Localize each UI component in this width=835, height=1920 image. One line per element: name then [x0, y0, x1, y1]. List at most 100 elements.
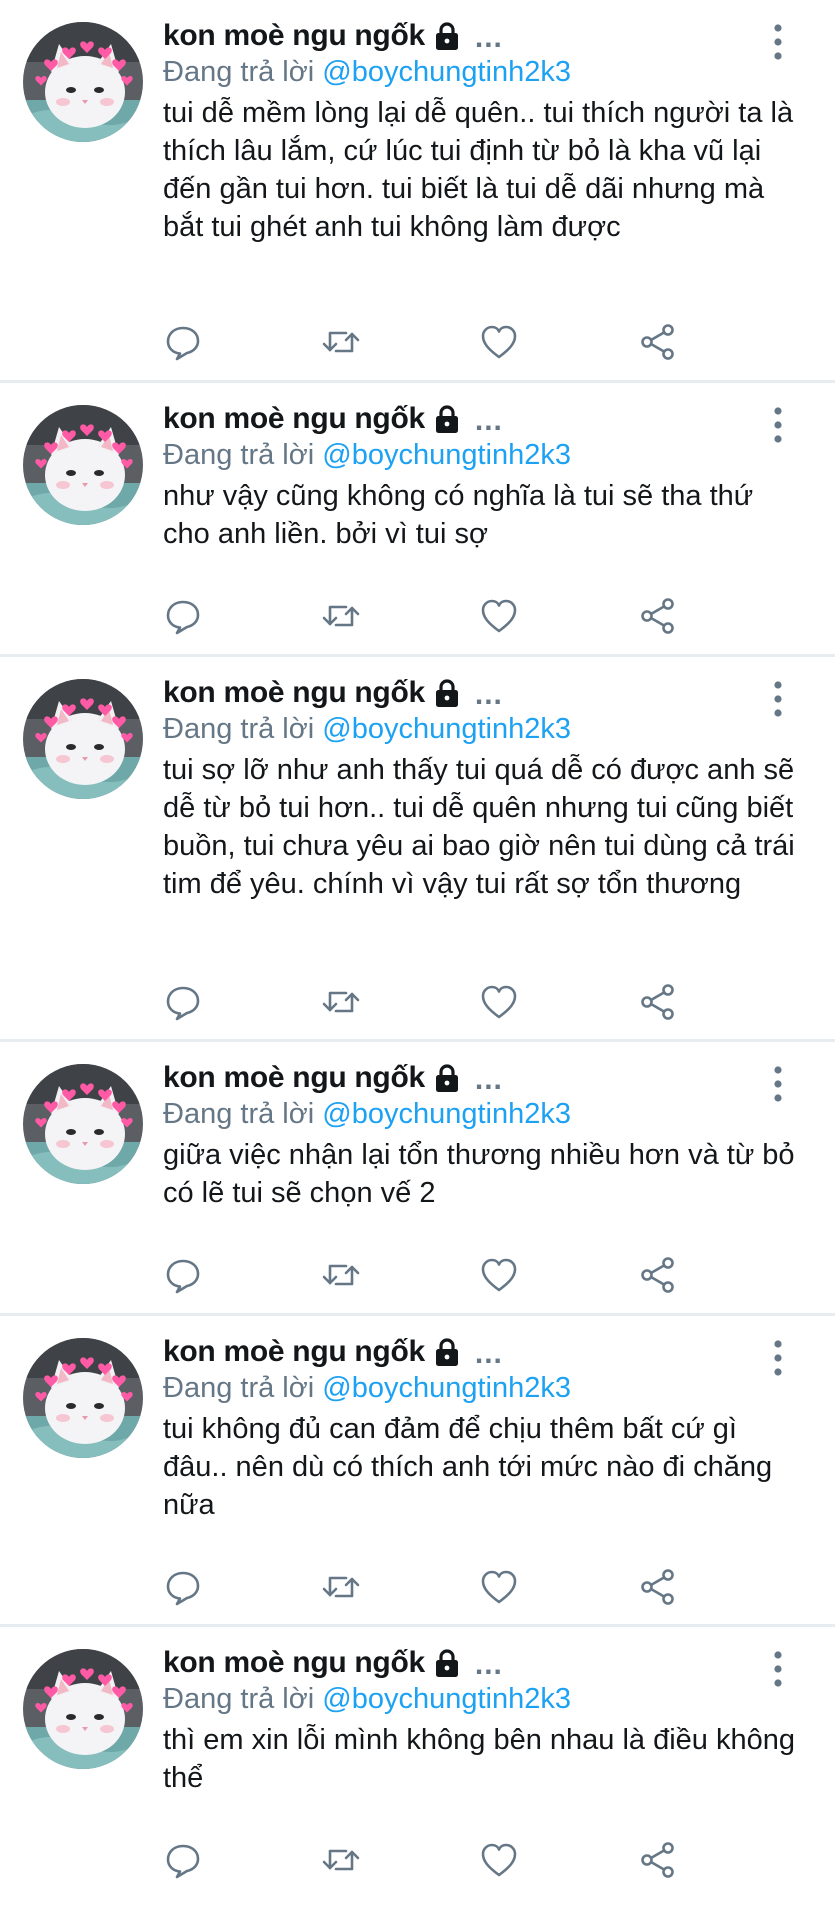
- lock-icon: [433, 1648, 461, 1678]
- tweet-actions: [163, 322, 683, 362]
- display-name[interactable]: kon moè ngu ngốk: [163, 1646, 425, 1680]
- lock-icon: [433, 404, 461, 434]
- tweet-item[interactable]: kon moè ngu ngốk ... Đang trả lời @boych…: [0, 1627, 835, 1920]
- like-icon[interactable]: [479, 1255, 519, 1295]
- tweet-text: giữa việc nhận lại tổn thương nhiều hơn …: [163, 1139, 795, 1209]
- tweet-text: tui không đủ can đảm để chịu thêm bất cứ…: [163, 1413, 773, 1521]
- tweet-actions: [163, 1840, 683, 1880]
- tweet-header: kon moè ngu ngốk ...: [163, 1056, 503, 1100]
- tweet-actions: [163, 1255, 683, 1295]
- replying-to-label: Đang trả lời: [163, 56, 323, 88]
- display-name[interactable]: kon moè ngu ngốk: [163, 676, 425, 710]
- truncated-ellipsis: ...: [474, 1337, 503, 1370]
- reply-icon[interactable]: [163, 982, 203, 1022]
- retweet-icon[interactable]: [321, 1840, 361, 1880]
- tweet-text: như vậy cũng không có nghĩa là tui sẽ th…: [163, 480, 754, 550]
- avatar[interactable]: [23, 22, 143, 142]
- reply-icon[interactable]: [163, 596, 203, 636]
- lock-icon: [433, 1063, 461, 1093]
- share-icon[interactable]: [638, 982, 678, 1022]
- share-icon[interactable]: [638, 322, 678, 362]
- reply-handle-link[interactable]: @boychungtinh2k3: [322, 1683, 571, 1715]
- replying-to-line: Đang trả lời @boychungtinh2k3: [163, 1372, 571, 1405]
- lock-icon: [433, 21, 461, 51]
- replying-to-line: Đang trả lời @boychungtinh2k3: [163, 713, 571, 746]
- avatar[interactable]: [23, 1064, 143, 1184]
- like-icon[interactable]: [479, 982, 519, 1022]
- tweet-item[interactable]: kon moè ngu ngốk ... Đang trả lời @boych…: [0, 383, 835, 657]
- lock-icon: [433, 1337, 461, 1367]
- reply-icon[interactable]: [163, 1840, 203, 1880]
- replying-to-label: Đang trả lời: [163, 1372, 323, 1404]
- tweet-actions: [163, 596, 683, 636]
- share-icon[interactable]: [638, 1255, 678, 1295]
- replying-to-line: Đang trả lời @boychungtinh2k3: [163, 439, 571, 472]
- cat-avatar-icon: [23, 1649, 143, 1769]
- display-name[interactable]: kon moè ngu ngốk: [163, 402, 425, 436]
- avatar[interactable]: [23, 679, 143, 799]
- like-icon[interactable]: [479, 322, 519, 362]
- cat-avatar-icon: [23, 679, 143, 799]
- tweet-header: kon moè ngu ngốk ...: [163, 1330, 503, 1374]
- tweet-header: kon moè ngu ngốk ...: [163, 671, 503, 715]
- replying-to-line: Đang trả lời @boychungtinh2k3: [163, 1098, 571, 1131]
- reply-icon[interactable]: [163, 322, 203, 362]
- more-options-icon[interactable]: [771, 1338, 785, 1378]
- truncated-ellipsis: ...: [474, 21, 503, 54]
- reply-handle-link[interactable]: @boychungtinh2k3: [322, 439, 571, 471]
- retweet-icon[interactable]: [321, 596, 361, 636]
- cat-avatar-icon: [23, 1338, 143, 1458]
- replying-to-label: Đang trả lời: [163, 439, 323, 471]
- truncated-ellipsis: ...: [474, 1063, 503, 1096]
- display-name[interactable]: kon moè ngu ngốk: [163, 19, 425, 53]
- more-options-icon[interactable]: [771, 679, 785, 719]
- display-name[interactable]: kon moè ngu ngốk: [163, 1061, 425, 1095]
- avatar[interactable]: [23, 1649, 143, 1769]
- tweet-feed: kon moè ngu ngốk ... Đang trả lời @boych…: [0, 0, 835, 1920]
- tweet-item[interactable]: kon moè ngu ngốk ... Đang trả lời @boych…: [0, 0, 835, 383]
- retweet-icon[interactable]: [321, 982, 361, 1022]
- like-icon[interactable]: [479, 1840, 519, 1880]
- replying-to-label: Đang trả lời: [163, 1098, 323, 1130]
- tweet-header: kon moè ngu ngốk ...: [163, 397, 503, 441]
- tweet-text: tui sợ lỡ như anh thấy tui quá dễ có đượ…: [163, 754, 795, 900]
- more-options-icon[interactable]: [771, 22, 785, 62]
- lock-icon: [433, 678, 461, 708]
- like-icon[interactable]: [479, 596, 519, 636]
- cat-avatar-icon: [23, 1064, 143, 1184]
- cat-avatar-icon: [23, 22, 143, 142]
- tweet-item[interactable]: kon moè ngu ngốk ... Đang trả lời @boych…: [0, 1316, 835, 1627]
- replying-to-line: Đang trả lời @boychungtinh2k3: [163, 56, 571, 89]
- avatar[interactable]: [23, 405, 143, 525]
- reply-icon[interactable]: [163, 1567, 203, 1607]
- more-options-icon[interactable]: [771, 1649, 785, 1689]
- reply-handle-link[interactable]: @boychungtinh2k3: [322, 713, 571, 745]
- tweet-item[interactable]: kon moè ngu ngốk ... Đang trả lời @boych…: [0, 657, 835, 1042]
- replying-to-label: Đang trả lời: [163, 713, 323, 745]
- reply-handle-link[interactable]: @boychungtinh2k3: [322, 1372, 571, 1404]
- display-name[interactable]: kon moè ngu ngốk: [163, 1335, 425, 1369]
- retweet-icon[interactable]: [321, 1255, 361, 1295]
- tweet-actions: [163, 982, 683, 1022]
- truncated-ellipsis: ...: [474, 1648, 503, 1681]
- truncated-ellipsis: ...: [474, 678, 503, 711]
- tweet-header: kon moè ngu ngốk ...: [163, 1641, 503, 1685]
- more-options-icon[interactable]: [771, 405, 785, 445]
- replying-to-line: Đang trả lời @boychungtinh2k3: [163, 1683, 571, 1716]
- reply-handle-link[interactable]: @boychungtinh2k3: [322, 1098, 571, 1130]
- retweet-icon[interactable]: [321, 322, 361, 362]
- avatar[interactable]: [23, 1338, 143, 1458]
- tweet-item[interactable]: kon moè ngu ngốk ... Đang trả lời @boych…: [0, 1042, 835, 1316]
- replying-to-label: Đang trả lời: [163, 1683, 323, 1715]
- more-options-icon[interactable]: [771, 1064, 785, 1104]
- share-icon[interactable]: [638, 1567, 678, 1607]
- tweet-text: thì em xin lỗi mình không bên nhau là đi…: [163, 1724, 795, 1794]
- reply-handle-link[interactable]: @boychungtinh2k3: [322, 56, 571, 88]
- retweet-icon[interactable]: [321, 1567, 361, 1607]
- share-icon[interactable]: [638, 1840, 678, 1880]
- tweet-text: tui dễ mềm lòng lại dễ quên.. tui thích …: [163, 97, 794, 243]
- tweet-actions: [163, 1567, 683, 1607]
- reply-icon[interactable]: [163, 1255, 203, 1295]
- like-icon[interactable]: [479, 1567, 519, 1607]
- share-icon[interactable]: [638, 596, 678, 636]
